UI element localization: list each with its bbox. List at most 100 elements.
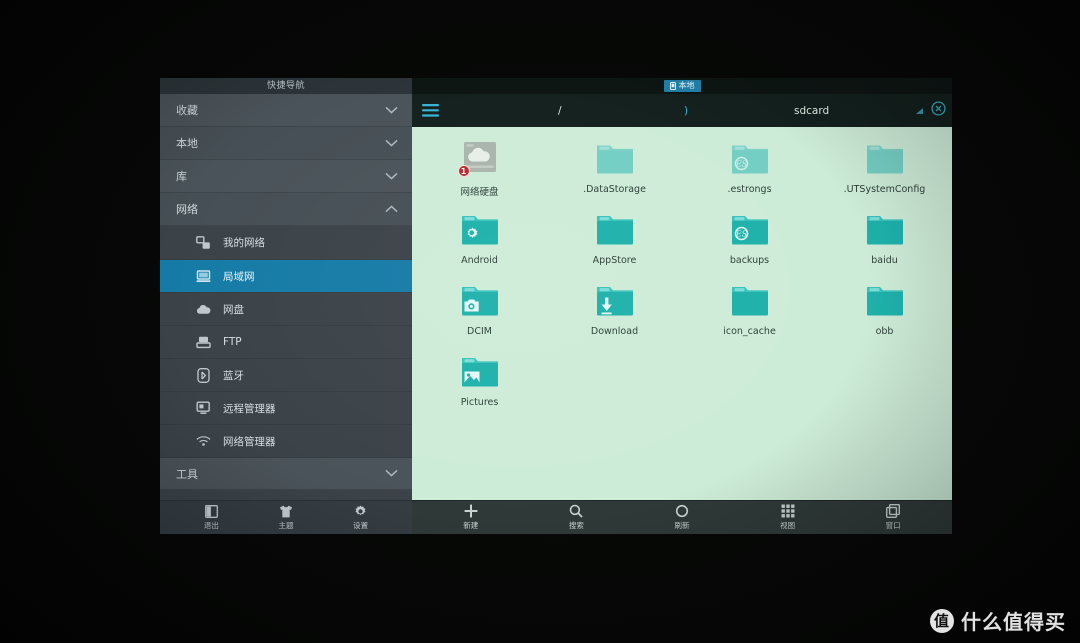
tab-local[interactable]: 本地 (663, 80, 701, 92)
exit-button[interactable]: 退出 (191, 504, 231, 531)
folder-icon (862, 281, 908, 321)
file-item[interactable]: Download (547, 277, 682, 348)
file-item[interactable]: Android (412, 206, 547, 277)
folder-download-icon (592, 281, 638, 321)
file-label: backups (729, 255, 770, 266)
view-button[interactable]: 视图 (768, 504, 808, 531)
file-label: .DataStorage (583, 184, 646, 195)
gear-icon (354, 504, 367, 518)
file-item[interactable]: icon_cache (682, 277, 817, 348)
sidebar-group-library[interactable]: 库 (160, 160, 412, 193)
file-item[interactable]: DCIM (412, 277, 547, 348)
folder-icon (862, 139, 908, 179)
sidebar: 快捷导航 收藏 本地 库 网络 我的网络 局域网 网盘 FTP 蓝牙 远程管理器… (160, 78, 412, 534)
chevron-down-icon (385, 104, 398, 117)
folder-es-icon: ES (727, 139, 773, 179)
sidebar-toolbar: 退出 主题 设置 (160, 500, 412, 534)
folder-es-icon: ES (727, 210, 773, 250)
file-item[interactable]: .UTSystemConfig (817, 135, 952, 206)
wifi-icon (196, 434, 211, 449)
file-label: icon_cache (723, 326, 776, 337)
file-label: Pictures (460, 397, 499, 408)
search-icon (569, 504, 584, 518)
network-share-icon (196, 235, 211, 250)
search-button[interactable]: 搜索 (556, 504, 596, 531)
file-grid[interactable]: 1 网络硬盘 .DataStorage ES .estrongs .UTSyst… (412, 127, 952, 500)
resize-handle-icon[interactable] (916, 107, 923, 114)
sidebar-item-network-manager[interactable]: 网络管理器 (160, 424, 412, 457)
refresh-icon (675, 504, 689, 518)
theme-button[interactable]: 主题 (266, 505, 306, 531)
sidebar-scroll[interactable]: 收藏 本地 库 网络 我的网络 局域网 网盘 FTP 蓝牙 远程管理器 网络管理… (160, 94, 412, 500)
toolbar-label: 主题 (278, 520, 294, 530)
watermark-text: 什么值得买 (961, 610, 1066, 634)
toolbar-label: 设置 (353, 520, 369, 530)
file-label: baidu (871, 255, 898, 266)
folder-icon (727, 281, 773, 321)
file-label: 网络硬盘 (460, 187, 499, 198)
breadcrumb[interactable]: / ) sdcard (448, 94, 942, 127)
chevron-down-icon (385, 137, 398, 150)
refresh-button[interactable]: 刷新 (662, 504, 702, 531)
photographed-screen: 快捷导航 收藏 本地 库 网络 我的网络 局域网 网盘 FTP 蓝牙 远程管理器… (0, 0, 1080, 643)
settings-button[interactable]: 设置 (341, 504, 381, 531)
file-item[interactable]: ES .estrongs (682, 135, 817, 206)
close-circle-icon[interactable] (931, 101, 946, 120)
sidebar-item-label: 网络管理器 (223, 435, 276, 448)
sidebar-item-label: 远程管理器 (223, 402, 276, 415)
server-icon (196, 335, 211, 350)
file-panel-toolbar: 新建 搜索 刷新 视图 窗口 (412, 500, 952, 534)
sidebar-empty-area (160, 490, 412, 500)
tshirt-theme-icon (279, 505, 293, 518)
sidebar-item-bluetooth[interactable]: 蓝牙 (160, 358, 412, 391)
file-label: DCIM (467, 326, 492, 337)
folder-gear-icon (457, 210, 503, 250)
breadcrumb-leaf[interactable]: sdcard (794, 105, 829, 117)
toolbar-label: 退出 (203, 520, 219, 530)
toolbar-label: 窗口 (885, 520, 901, 530)
folder-icon (592, 210, 638, 250)
es-file-explorer-app: 快捷导航 收藏 本地 库 网络 我的网络 局域网 网盘 FTP 蓝牙 远程管理器… (160, 78, 952, 534)
sidebar-item-lan[interactable]: 局域网 (160, 259, 412, 292)
watermark: 值 什么值得买 (930, 606, 1066, 635)
cloud-drive-icon: 1 (457, 139, 503, 179)
chevron-down-icon (385, 467, 398, 480)
tab-label: 本地 (678, 81, 695, 90)
file-item[interactable]: Pictures (412, 348, 547, 419)
windows-icon (886, 504, 901, 518)
tab-strip: 本地 (412, 78, 952, 94)
sidebar-item-cloud-drive[interactable]: 网盘 (160, 292, 412, 325)
sidebar-group-label: 本地 (176, 137, 198, 150)
file-item[interactable]: .DataStorage (547, 135, 682, 206)
sidebar-group-tools[interactable]: 工具 (160, 457, 412, 490)
file-item[interactable]: obb (817, 277, 952, 348)
sidebar-item-ftp[interactable]: FTP (160, 325, 412, 358)
sidebar-item-remote-manager[interactable]: 远程管理器 (160, 391, 412, 424)
notification-badge: 1 (457, 165, 470, 177)
file-label: .UTSystemConfig (843, 184, 926, 195)
sidebar-group-local[interactable]: 本地 (160, 127, 412, 160)
file-item[interactable]: 1 网络硬盘 (412, 135, 547, 206)
sidebar-group-network[interactable]: 网络 (160, 193, 412, 226)
bluetooth-icon (196, 367, 211, 383)
file-item[interactable]: baidu (817, 206, 952, 277)
sidebar-item-my-network[interactable]: 我的网络 (160, 226, 412, 259)
toolbar-label: 视图 (780, 520, 796, 530)
breadcrumb-separator: ) (684, 104, 689, 117)
file-item[interactable]: AppStore (547, 206, 682, 277)
cloud-icon (196, 302, 211, 317)
new-button[interactable]: 新建 (451, 504, 491, 531)
sidebar-group-label: 收藏 (176, 104, 198, 117)
file-label: AppStore (592, 255, 637, 266)
breadcrumb-root[interactable]: / (558, 105, 562, 117)
hamburger-menu-icon[interactable] (422, 104, 448, 117)
sidebar-group-favorites[interactable]: 收藏 (160, 94, 412, 127)
computer-icon (196, 269, 211, 284)
file-item[interactable]: ES backups (682, 206, 817, 277)
file-panel: 本地 / ) sdcard 1 网络硬盘 .DataStorage ES .es… (412, 78, 952, 534)
file-label: Download (590, 326, 639, 337)
device-icon (669, 82, 676, 90)
window-button[interactable]: 窗口 (873, 504, 913, 531)
sidebar-item-label: 网盘 (223, 303, 244, 316)
remote-manager-icon (196, 401, 211, 416)
